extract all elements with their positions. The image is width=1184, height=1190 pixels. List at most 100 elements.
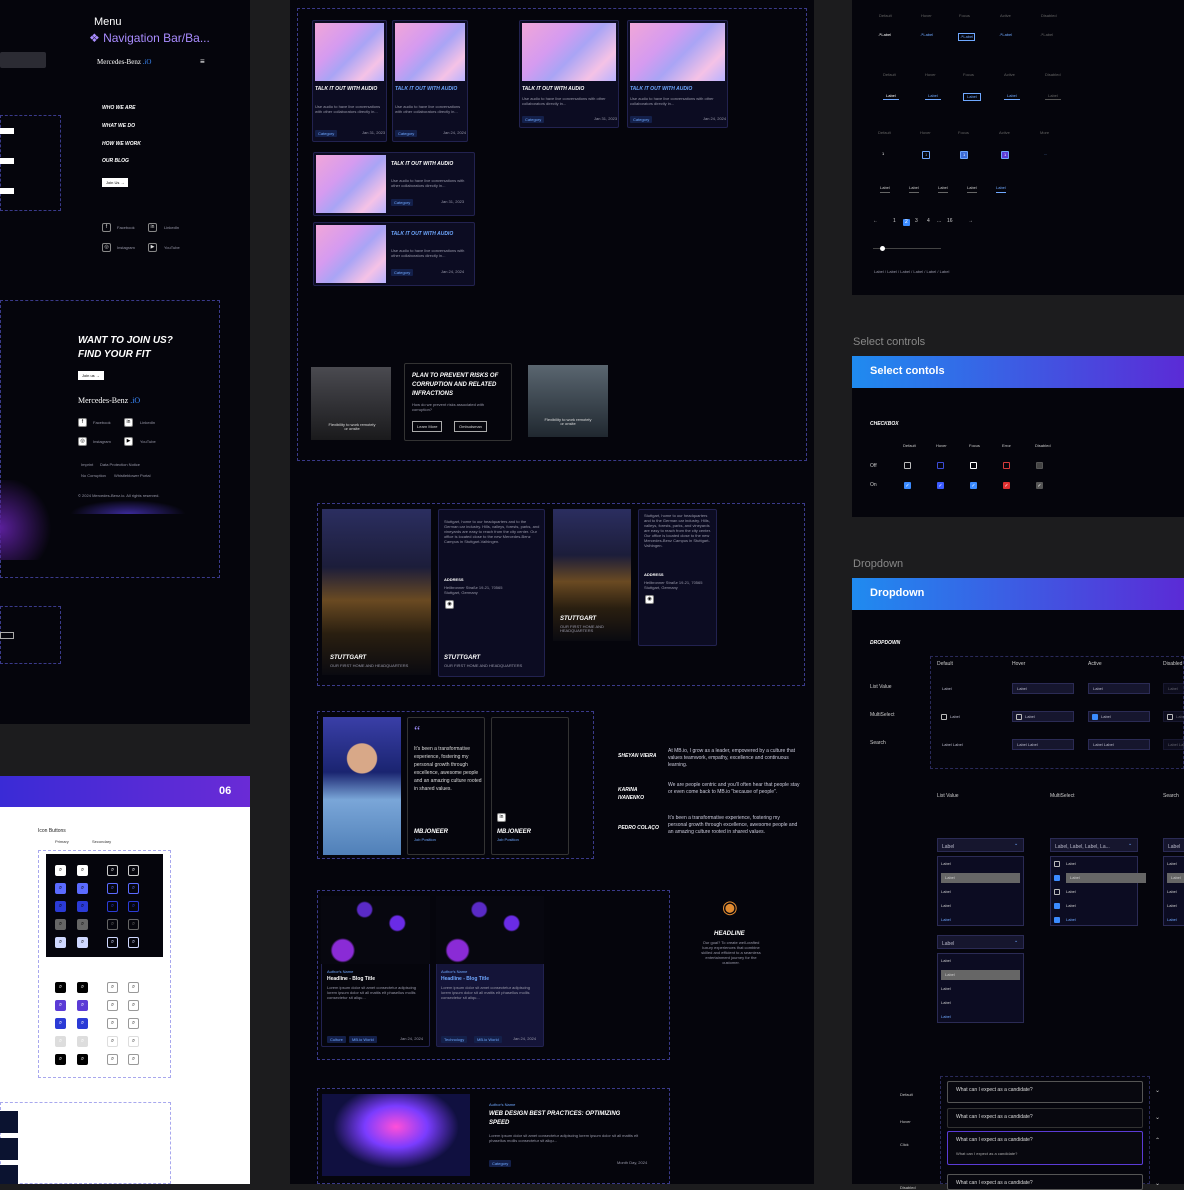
card-category[interactable]: Category <box>395 130 418 137</box>
footer-social-instagram[interactable]: Instagram <box>93 440 111 444</box>
checkbox-on[interactable]: ✓ <box>970 482 977 489</box>
page-number[interactable]: ... <box>937 219 941 224</box>
footer-social-linkedin[interactable]: LinkedIn <box>140 421 155 425</box>
search-icon[interactable]: ⌕ <box>107 865 118 876</box>
ombudsman-button[interactable]: Ombudsman <box>454 421 487 432</box>
search-icon[interactable]: ⌕ <box>55 937 66 948</box>
checkbox-on[interactable]: ✓ <box>1003 482 1010 489</box>
search-icon[interactable]: ⌕ <box>107 1018 118 1029</box>
dropdown-option[interactable]: Label <box>1066 890 1076 894</box>
search-icon[interactable]: ⌕ <box>77 865 88 876</box>
search-icon[interactable]: ⌕ <box>128 1000 139 1011</box>
checkbox-off[interactable] <box>1003 462 1010 469</box>
blog-tag-2b[interactable]: MB.io World <box>474 1036 502 1043</box>
accordion-item[interactable]: What can I expect as a candidate? <box>947 1131 1143 1165</box>
card-category[interactable]: Category <box>630 116 653 123</box>
chevron-up-icon[interactable]: ⌃ <box>1155 1138 1160 1144</box>
dropdown-option[interactable]: Label <box>941 873 1020 883</box>
footer-social-youtube[interactable]: YouTube <box>140 440 156 444</box>
accordion-item[interactable]: What can I expect as a candidate? <box>947 1108 1143 1128</box>
footer-legal-imprint[interactable]: Imprint <box>81 463 93 467</box>
prev-arrow-icon[interactable]: ← <box>873 219 878 224</box>
search-icon[interactable]: ⌕ <box>128 919 139 930</box>
list-value-dropdown[interactable]: Label <box>937 683 999 694</box>
chevron-down-icon[interactable]: ⌄ <box>1128 842 1132 847</box>
nav-link-who[interactable]: WHO WE ARE <box>102 106 135 111</box>
youtube-icon[interactable]: ▶ <box>148 243 157 252</box>
blog-tag-1b[interactable]: MB.io World <box>349 1036 377 1043</box>
search-dropdown[interactable]: Label Label <box>1012 739 1074 750</box>
checkbox-off[interactable] <box>970 462 977 469</box>
search-icon[interactable]: ⌕ <box>77 1000 88 1011</box>
linkedin-badge-icon[interactable]: in <box>497 813 506 822</box>
dropdown-option[interactable]: Label <box>941 918 951 922</box>
page-number[interactable]: 4 <box>927 219 930 224</box>
social-instagram[interactable]: Instagram <box>117 246 135 250</box>
search-icon[interactable]: ⌕ <box>55 919 66 930</box>
list-value-dropdown[interactable]: Label <box>1012 683 1074 694</box>
social-facebook[interactable]: Facebook <box>117 226 135 230</box>
dropdown-option[interactable]: Label <box>1167 890 1177 894</box>
checkbox-off[interactable] <box>937 462 944 469</box>
pager-item[interactable]: 1 <box>1001 151 1010 159</box>
state-link[interactable]: ↗Label <box>878 33 891 37</box>
chevron-down-icon[interactable]: ⌄ <box>1014 842 1018 847</box>
search-icon[interactable]: ⌕ <box>77 1054 88 1065</box>
footer-legal-data[interactable]: Data Protection Notice <box>100 463 140 467</box>
pager-item[interactable]: 1 <box>922 151 931 159</box>
footer-instagram-icon[interactable]: ◎ <box>78 437 87 446</box>
map-pin-icon-2[interactable]: ◉ <box>645 595 654 604</box>
dropdown-trigger[interactable]: Label, Label, Label, La... <box>1050 838 1138 852</box>
dropdown-option[interactable]: Label <box>941 862 951 866</box>
dropdown-trigger[interactable]: Label <box>937 838 1024 852</box>
search-icon[interactable]: ⌕ <box>55 883 66 894</box>
dropdown-option[interactable]: Label <box>941 904 951 908</box>
accordion-item[interactable]: What can I expect as a candidate? <box>947 1174 1143 1190</box>
checkbox-on[interactable]: ✓ <box>904 482 911 489</box>
state-link[interactable]: ↗Label <box>958 33 976 41</box>
breadcrumb[interactable]: Label / Label / Label / Label / Label / … <box>874 270 949 274</box>
footer-linkedin-icon[interactable]: in <box>124 418 133 427</box>
state-tab[interactable]: Label <box>925 93 941 100</box>
dropdown-option[interactable]: Label <box>1066 918 1076 922</box>
footer-youtube-icon[interactable]: ▶ <box>124 437 133 446</box>
search-icon[interactable]: ⌕ <box>77 982 88 993</box>
dropdown-option[interactable]: Label <box>941 970 1020 980</box>
next-arrow-icon[interactable]: → <box>968 219 973 224</box>
dropdown-option[interactable]: Label <box>1167 862 1177 866</box>
chevron-down-icon[interactable]: ⌄ <box>1155 1181 1160 1187</box>
search-icon[interactable]: ⌕ <box>128 982 139 993</box>
page-number[interactable]: 2 <box>903 219 910 226</box>
footer-facebook-icon[interactable]: f <box>78 418 87 427</box>
learn-more-button[interactable]: Learn More <box>412 421 443 432</box>
checkbox-off[interactable] <box>904 462 911 469</box>
footer-join-button[interactable]: Join us → <box>78 371 104 380</box>
option-checkbox[interactable] <box>1054 917 1060 923</box>
list-value-dropdown[interactable]: Label <box>1088 683 1150 694</box>
dropdown-option[interactable]: Label <box>1167 873 1184 883</box>
option-checkbox[interactable] <box>1054 889 1060 895</box>
card-category[interactable]: Category <box>315 130 338 137</box>
facebook-icon[interactable]: f <box>102 223 111 232</box>
social-youtube[interactable]: YouTube <box>164 246 180 250</box>
search-icon[interactable]: ⌕ <box>55 982 66 993</box>
search-icon[interactable]: ⌕ <box>55 1054 66 1065</box>
dropdown-option[interactable]: Label <box>1066 873 1146 883</box>
search-icon[interactable]: ⌕ <box>55 1036 66 1047</box>
search-icon[interactable]: ⌕ <box>107 1054 118 1065</box>
chevron-down-icon[interactable]: ⌄ <box>1155 1088 1160 1094</box>
chevron-down-icon[interactable]: ⌄ <box>1014 939 1018 944</box>
state-tab[interactable]: Label <box>963 93 981 101</box>
search-dropdown[interactable]: Label Label <box>937 739 999 750</box>
option-checkbox[interactable] <box>1054 861 1060 867</box>
segment-label[interactable]: Label <box>909 186 919 193</box>
nav-link-what[interactable]: WHAT WE DO <box>102 124 135 129</box>
nav-link-how[interactable]: HOW WE WORK <box>102 142 141 147</box>
search-icon[interactable]: ⌕ <box>55 865 66 876</box>
dropdown-trigger[interactable]: Label <box>1163 838 1184 852</box>
segment-label[interactable]: Label <box>880 186 890 193</box>
footer-legal-corruption[interactable]: No Corruption <box>81 474 106 478</box>
search-icon[interactable]: ⌕ <box>128 1036 139 1047</box>
search-icon[interactable]: ⌕ <box>77 1036 88 1047</box>
flex-card-2[interactable] <box>528 365 608 437</box>
